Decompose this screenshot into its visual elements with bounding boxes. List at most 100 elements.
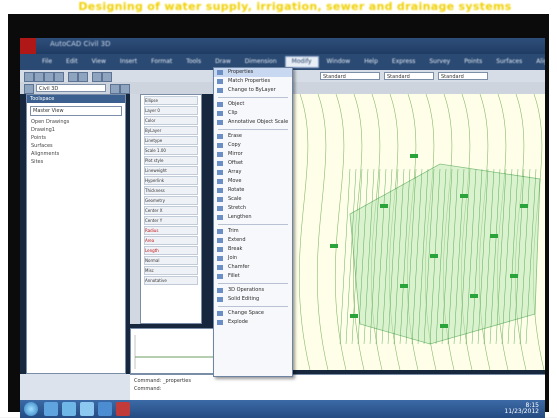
menu-option-change-to-bylayer[interactable]: Change to ByLayer (214, 86, 292, 95)
browser-task-icon[interactable] (62, 402, 76, 416)
property-row[interactable]: Normal (144, 256, 198, 265)
autocad-task-icon[interactable] (116, 402, 130, 416)
menu-item-help[interactable]: Help (358, 57, 384, 67)
property-row[interactable]: Hyperlink (144, 176, 198, 185)
menu-item-draw[interactable]: Draw (209, 57, 237, 67)
toolspace-tree-item[interactable]: Sites (31, 159, 121, 165)
menu-option-mirror[interactable]: Mirror (214, 150, 292, 159)
layer-prev-icon[interactable] (120, 84, 130, 94)
toolspace-tree-item[interactable]: Drawing1 (31, 127, 121, 133)
menu-item-alignments[interactable]: Alignments (530, 57, 545, 67)
menu-option-explode[interactable]: Explode (214, 318, 292, 327)
command-line[interactable]: Command: _properties Command: (130, 374, 545, 401)
property-row[interactable]: Plot style (144, 156, 198, 165)
new-icon[interactable] (24, 72, 34, 82)
toolspace-view-combo[interactable]: Master View (30, 106, 122, 116)
menu-option-extend[interactable]: Extend (214, 236, 292, 245)
menu-option-properties[interactable]: Properties (214, 68, 292, 77)
property-row[interactable]: Radius (144, 226, 198, 235)
toolspace-tree-item[interactable]: Surfaces (31, 143, 121, 149)
property-row[interactable]: Color (144, 116, 198, 125)
menu-item-view[interactable]: View (86, 57, 112, 67)
toolspace-tree-item[interactable]: Points (31, 135, 121, 141)
menu-option-change-space[interactable]: Change Space (214, 309, 292, 318)
zoom-icon[interactable] (102, 72, 112, 82)
layer-state-icon[interactable] (110, 84, 120, 94)
menu-item-edit[interactable]: Edit (60, 57, 84, 67)
menu-option-scale[interactable]: Scale (214, 195, 292, 204)
command-prompt[interactable]: Command: (130, 384, 545, 392)
menu-option-break[interactable]: Break (214, 245, 292, 254)
layer-combo[interactable]: Civil 3D (36, 84, 106, 92)
property-row[interactable]: Geometry (144, 196, 198, 205)
open-icon[interactable] (34, 72, 44, 82)
menu-separator (218, 97, 288, 98)
menu-option-clip[interactable]: Clip (214, 109, 292, 118)
toolspace-tree-item[interactable]: Open Drawings (31, 119, 121, 125)
menu-option-match-properties[interactable]: Match Properties (214, 77, 292, 86)
menu-option-rotate[interactable]: Rotate (214, 186, 292, 195)
style-combo[interactable]: Standard (320, 72, 380, 80)
menu-option-icon (217, 134, 223, 139)
menu-option-3d-operations[interactable]: 3D Operations (214, 286, 292, 295)
menu-option-fillet[interactable]: Fillet (214, 272, 292, 281)
menu-item-dimension[interactable]: Dimension (239, 57, 283, 67)
menu-option-copy[interactable]: Copy (214, 141, 292, 150)
menu-option-chamfer[interactable]: Chamfer (214, 263, 292, 272)
menu-item-format[interactable]: Format (145, 57, 178, 67)
media-task-icon[interactable] (98, 402, 112, 416)
app-logo-icon[interactable] (20, 38, 36, 54)
menu-item-tools[interactable]: Tools (180, 57, 207, 67)
menu-item-survey[interactable]: Survey (423, 57, 456, 67)
text-style-combo[interactable]: Standard (438, 72, 488, 80)
pan-icon[interactable] (92, 72, 102, 82)
toolspace-tree-item[interactable]: Alignments (31, 151, 121, 157)
menu-option-object[interactable]: Object (214, 100, 292, 109)
menu-item-surfaces[interactable]: Surfaces (490, 57, 528, 67)
menu-option-offset[interactable]: Offset (214, 159, 292, 168)
menu-option-join[interactable]: Join (214, 254, 292, 263)
menu-option-solid-editing[interactable]: Solid Editing (214, 295, 292, 304)
property-row[interactable]: Lineweight (144, 166, 198, 175)
menu-option-label: Explode (228, 319, 248, 325)
start-button-icon[interactable] (24, 402, 38, 416)
property-row[interactable]: Ellipse (144, 96, 198, 105)
property-row[interactable]: Layer 0 (144, 106, 198, 115)
property-row[interactable]: Scale 1.00 (144, 146, 198, 155)
property-row[interactable]: Linetype (144, 136, 198, 145)
menu-option-move[interactable]: Move (214, 177, 292, 186)
redo-icon[interactable] (78, 72, 88, 82)
menu-option-array[interactable]: Array (214, 168, 292, 177)
property-row[interactable]: ByLayer (144, 126, 198, 135)
menu-option-erase[interactable]: Erase (214, 132, 292, 141)
property-row[interactable]: Center Y (144, 216, 198, 225)
drawing-canvas[interactable] (290, 94, 545, 370)
explorer-task-icon[interactable] (44, 402, 58, 416)
property-row[interactable]: Annotative (144, 276, 198, 285)
menu-item-express[interactable]: Express (386, 57, 421, 67)
tray-date: 11/23/2012 (504, 408, 539, 415)
menu-option-icon (217, 206, 223, 211)
menu-item-file[interactable]: File (36, 57, 58, 67)
elevation-label (490, 234, 498, 238)
menu-option-lengthen[interactable]: Lengthen (214, 213, 292, 222)
property-row[interactable]: Misc (144, 266, 198, 275)
folder-task-icon[interactable] (80, 402, 94, 416)
menu-item-window[interactable]: Window (321, 57, 357, 67)
property-row[interactable]: Thickness (144, 186, 198, 195)
dim-style-combo[interactable]: Standard (384, 72, 434, 80)
property-row[interactable]: Length (144, 246, 198, 255)
layer-icon[interactable] (24, 84, 34, 94)
save-icon[interactable] (44, 72, 54, 82)
menu-item-points[interactable]: Points (458, 57, 488, 67)
print-icon[interactable] (54, 72, 64, 82)
menu-option-annotative-object-scale[interactable]: Annotative Object Scale (214, 118, 292, 127)
menu-item-insert[interactable]: Insert (114, 57, 143, 67)
elevation-label (440, 324, 448, 328)
property-row[interactable]: Center X (144, 206, 198, 215)
menu-option-stretch[interactable]: Stretch (214, 204, 292, 213)
menu-option-label: Array (228, 169, 242, 175)
property-row[interactable]: Area (144, 236, 198, 245)
undo-icon[interactable] (68, 72, 78, 82)
menu-option-trim[interactable]: Trim (214, 227, 292, 236)
